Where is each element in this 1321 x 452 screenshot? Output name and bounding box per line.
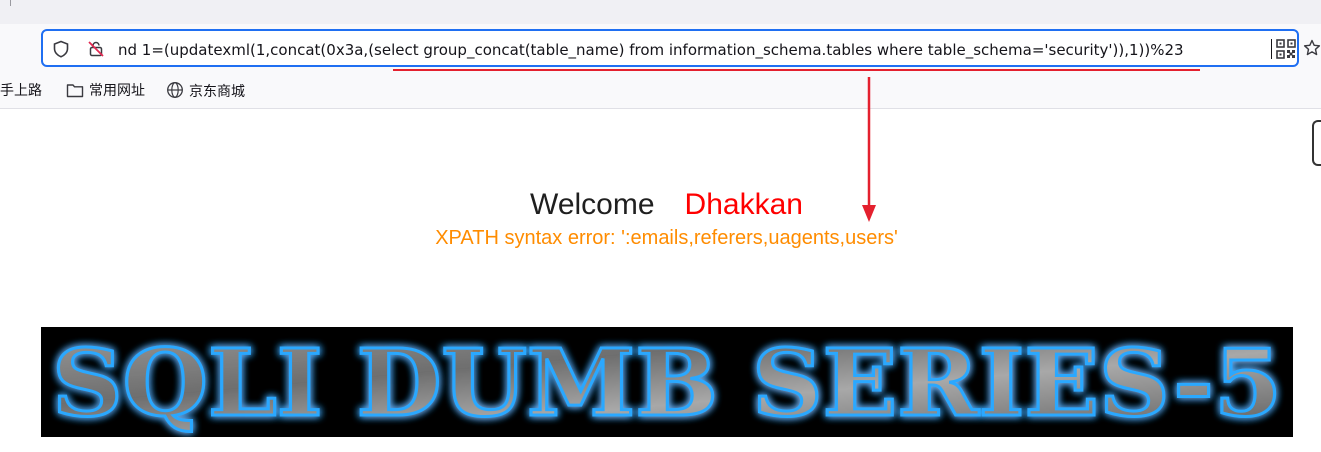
bookmark-item[interactable]: 新手上路 — [0, 81, 42, 101]
bookmarks-toolbar: 新手上路 常用网址 京东商城 — [0, 74, 1321, 109]
error-message: XPATH syntax error: ':emails,referers,ua… — [435, 227, 898, 249]
bookmark-label: 常用网址 — [89, 83, 145, 99]
bookmark-item[interactable]: 京东商城 — [166, 81, 245, 101]
bookmark-label: 新手上路 — [0, 83, 42, 99]
insecure-connection-icon[interactable] — [87, 40, 105, 58]
shield-icon[interactable] — [52, 40, 70, 58]
globe-icon — [167, 82, 183, 98]
bookmark-star-icon[interactable] — [1303, 39, 1321, 57]
address-bar[interactable]: nd 1=(updatexml(1,concat(0x3a,(select gr… — [41, 29, 1299, 67]
url-text[interactable]: nd 1=(updatexml(1,concat(0x3a,(select gr… — [118, 38, 1268, 62]
sidebar-handle[interactable] — [1312, 120, 1321, 166]
folder-icon — [66, 84, 84, 98]
annotation-arrow — [862, 77, 876, 222]
text-caret — [1271, 39, 1272, 59]
tab-edge — [10, 0, 11, 6]
qr-code-icon[interactable] — [1276, 39, 1296, 59]
bookmark-folder[interactable]: 常用网址 — [66, 81, 145, 101]
welcome-name: Dhakkan — [684, 188, 803, 221]
bookmark-label: 京东商城 — [189, 84, 245, 100]
banner-text: SQLI DUMB SERIES-5 — [52, 329, 1282, 437]
welcome-label: Welcome — [530, 188, 655, 221]
welcome-line: Welcome Dhakkan — [0, 185, 1321, 225]
annotation-underline — [393, 69, 1200, 71]
tab-strip — [0, 0, 1321, 24]
navigation-toolbar: nd 1=(updatexml(1,concat(0x3a,(select gr… — [0, 24, 1321, 74]
banner-logo: SQLI DUMB SERIES-5 — [41, 327, 1293, 437]
